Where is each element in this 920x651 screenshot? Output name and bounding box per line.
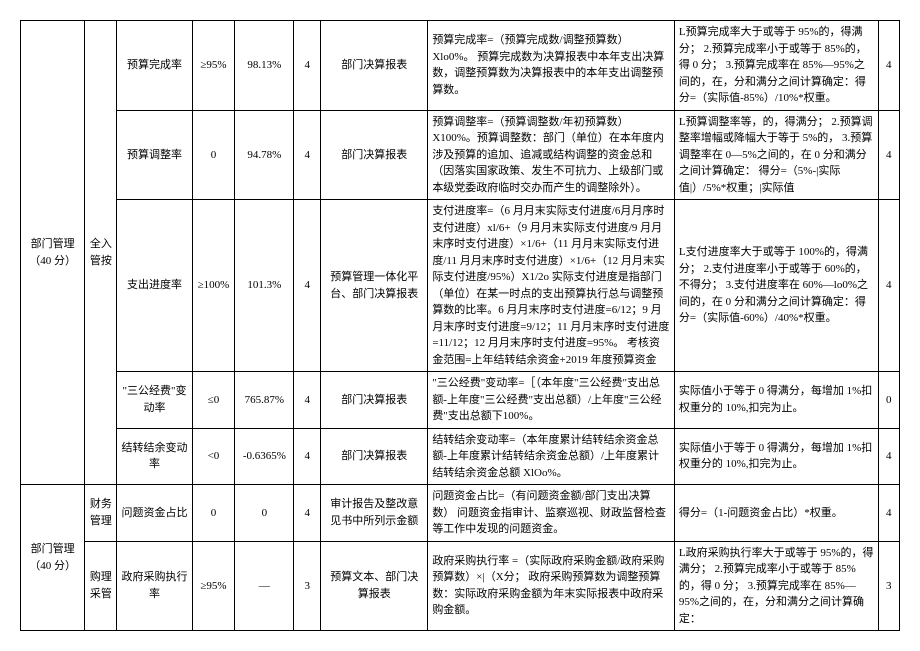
cell-indicator: 问题资金占比 <box>117 485 192 542</box>
table-row: 部门管理（40 分） 全入管按 预算完成率 ≥95% 98.13% 4 部门决算… <box>21 21 900 111</box>
cell-weight: 4 <box>294 428 321 485</box>
table-row: 部门管理（40 分） 财务管理 问题资金占比 0 0 4 审计报告及整改意见书中… <box>21 485 900 542</box>
table-row: 结转结余变动率 <0 -0.6365% 4 部门决算报表 结转结余变动率=（本年… <box>21 428 900 485</box>
cell-subcategory: 全入管按 <box>85 21 117 485</box>
cell-score: 4 <box>878 110 899 200</box>
cell-weight: 4 <box>294 200 321 372</box>
cell-indicator: 预算完成率 <box>117 21 192 111</box>
cell-category: 部门管理（40 分） <box>21 485 85 631</box>
cell-source: 预算文本、部门决算报表 <box>321 541 428 631</box>
cell-rule: L预算完成率大于或等于 95%的，得满分； 2.预算完成率小于或等于 85%的，… <box>674 21 878 111</box>
table-row: 购理采管 政府采购执行率 ≥95% — 3 预算文本、部门决算报表 政府采购执行… <box>21 541 900 631</box>
cell-value: -0.6365% <box>235 428 294 485</box>
cell-score: 4 <box>878 21 899 111</box>
cell-weight: 4 <box>294 485 321 542</box>
cell-indicator: 结转结余变动率 <box>117 428 192 485</box>
cell-weight: 4 <box>294 21 321 111</box>
cell-indicator: 支出进度率 <box>117 200 192 372</box>
cell-standard: ≥95% <box>192 21 235 111</box>
cell-value: 94.78% <box>235 110 294 200</box>
cell-standard: 0 <box>192 485 235 542</box>
cell-explain: 支付进度率=（6 月月末实际支付进度/6月月序时支付进度）xl/6+（9 月月末… <box>428 200 675 372</box>
cell-score: 3 <box>878 541 899 631</box>
cell-subcategory: 财务管理 <box>85 485 117 542</box>
cell-explain: 结转结余变动率=（本年度累计结转结余资金总额-上年度累计结转结余资金总额）/上年… <box>428 428 675 485</box>
cell-source: 部门决算报表 <box>321 372 428 429</box>
cell-weight: 4 <box>294 372 321 429</box>
cell-score: 4 <box>878 428 899 485</box>
cell-source: 部门决算报表 <box>321 110 428 200</box>
cell-rule: 实际值小于等于 0 得满分，每增加 1%扣权重分的 10%,扣完为止。 <box>674 372 878 429</box>
cell-subcategory: 购理采管 <box>85 541 117 631</box>
cell-explain: 问题资金占比=（有问题资金额/部门支出决算数） 问题资金指审计、监察巡视、财政监… <box>428 485 675 542</box>
cell-rule: 得分=（1-问题资金占比）*权重。 <box>674 485 878 542</box>
cell-score: 4 <box>878 200 899 372</box>
cell-source: 部门决算报表 <box>321 21 428 111</box>
cell-source: 审计报告及整改意见书中所列示金额 <box>321 485 428 542</box>
cell-value: 0 <box>235 485 294 542</box>
cell-explain: 预算调整率=（预算调整数/年初预算数）X100%。预算调整数：部门（单位）在本年… <box>428 110 675 200</box>
cell-standard: <0 <box>192 428 235 485</box>
cell-value: 765.87% <box>235 372 294 429</box>
cell-score: 4 <box>878 485 899 542</box>
cell-score: 0 <box>878 372 899 429</box>
cell-value: 98.13% <box>235 21 294 111</box>
cell-standard: ≥95% <box>192 541 235 631</box>
cell-rule: L政府采购执行率大于或等于 95%的，得满分； 2.预算完成率小于或等于 85%… <box>674 541 878 631</box>
cell-indicator: 政府采购执行率 <box>117 541 192 631</box>
assessment-table: 部门管理（40 分） 全入管按 预算完成率 ≥95% 98.13% 4 部门决算… <box>20 20 900 631</box>
cell-explain: 预算完成率=（预算完成数/调整预算数）Xlo0%。 预算完成数为决算报表中本年支… <box>428 21 675 111</box>
cell-rule: 实际值小于等于 0 得满分，每增加 1%扣权重分的 10%,扣完为止。 <box>674 428 878 485</box>
cell-explain: "三公经费"变动率=［（本年度"三公经费"支出总额-上年度"三公经费"支出总额）… <box>428 372 675 429</box>
cell-value: — <box>235 541 294 631</box>
cell-weight: 4 <box>294 110 321 200</box>
table-row: "三公经费"变动率 ≤0 765.87% 4 部门决算报表 "三公经费"变动率=… <box>21 372 900 429</box>
cell-rule: L支付进度率大于或等于 100%的，得满分； 2.支付进度率小于或等于 60%的… <box>674 200 878 372</box>
table-row: 支出进度率 ≥100% 101.3% 4 预算管理一体化平台、部门决算报表 支付… <box>21 200 900 372</box>
cell-standard: ≤0 <box>192 372 235 429</box>
cell-value: 101.3% <box>235 200 294 372</box>
cell-indicator: 预算调整率 <box>117 110 192 200</box>
cell-source: 预算管理一体化平台、部门决算报表 <box>321 200 428 372</box>
table-row: 预算调整率 0 94.78% 4 部门决算报表 预算调整率=（预算调整数/年初预… <box>21 110 900 200</box>
cell-explain: 政府采购执行率 =（实际政府采购金额/政府采购预算数）×|（X分； 政府采购预算… <box>428 541 675 631</box>
cell-rule: L预算调整率等，的，得满分； 2.预算调整率增幅或降幅大于等于 5%的， 3.预… <box>674 110 878 200</box>
cell-category: 部门管理（40 分） <box>21 21 85 485</box>
cell-standard: 0 <box>192 110 235 200</box>
cell-source: 部门决算报表 <box>321 428 428 485</box>
cell-weight: 3 <box>294 541 321 631</box>
cell-indicator: "三公经费"变动率 <box>117 372 192 429</box>
cell-standard: ≥100% <box>192 200 235 372</box>
